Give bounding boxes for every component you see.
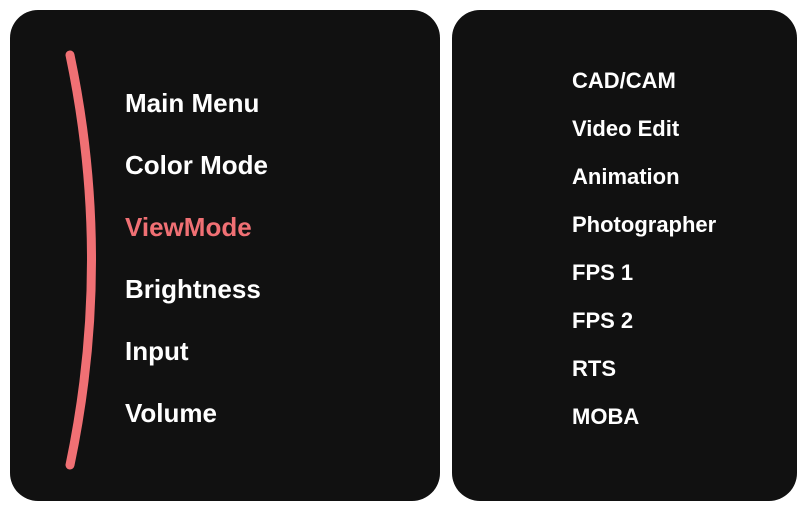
main-menu-panel: Main Menu Color Mode ViewMode Brightness… xyxy=(10,10,440,501)
submenu-panel: CAD/CAM Video Edit Animation Photographe… xyxy=(452,10,797,501)
menu-item-input[interactable]: Input xyxy=(125,338,410,364)
menu-item-volume[interactable]: Volume xyxy=(125,400,410,426)
submenu-item-fps-1[interactable]: FPS 1 xyxy=(482,262,767,284)
menu-item-brightness[interactable]: Brightness xyxy=(125,276,410,302)
submenu-item-animation[interactable]: Animation xyxy=(482,166,767,188)
submenu-item-cad-cam[interactable]: CAD/CAM xyxy=(482,70,767,92)
submenu-item-photographer[interactable]: Photographer xyxy=(482,214,767,236)
submenu-item-rts[interactable]: RTS xyxy=(482,358,767,380)
menu-item-color-mode[interactable]: Color Mode xyxy=(125,152,410,178)
arc-decoration xyxy=(55,50,115,470)
submenu-item-moba[interactable]: MOBA xyxy=(482,406,767,428)
menu-item-main-menu[interactable]: Main Menu xyxy=(125,90,410,116)
menu-item-viewmode[interactable]: ViewMode xyxy=(125,214,410,240)
submenu-item-video-edit[interactable]: Video Edit xyxy=(482,118,767,140)
submenu-item-fps-2[interactable]: FPS 2 xyxy=(482,310,767,332)
